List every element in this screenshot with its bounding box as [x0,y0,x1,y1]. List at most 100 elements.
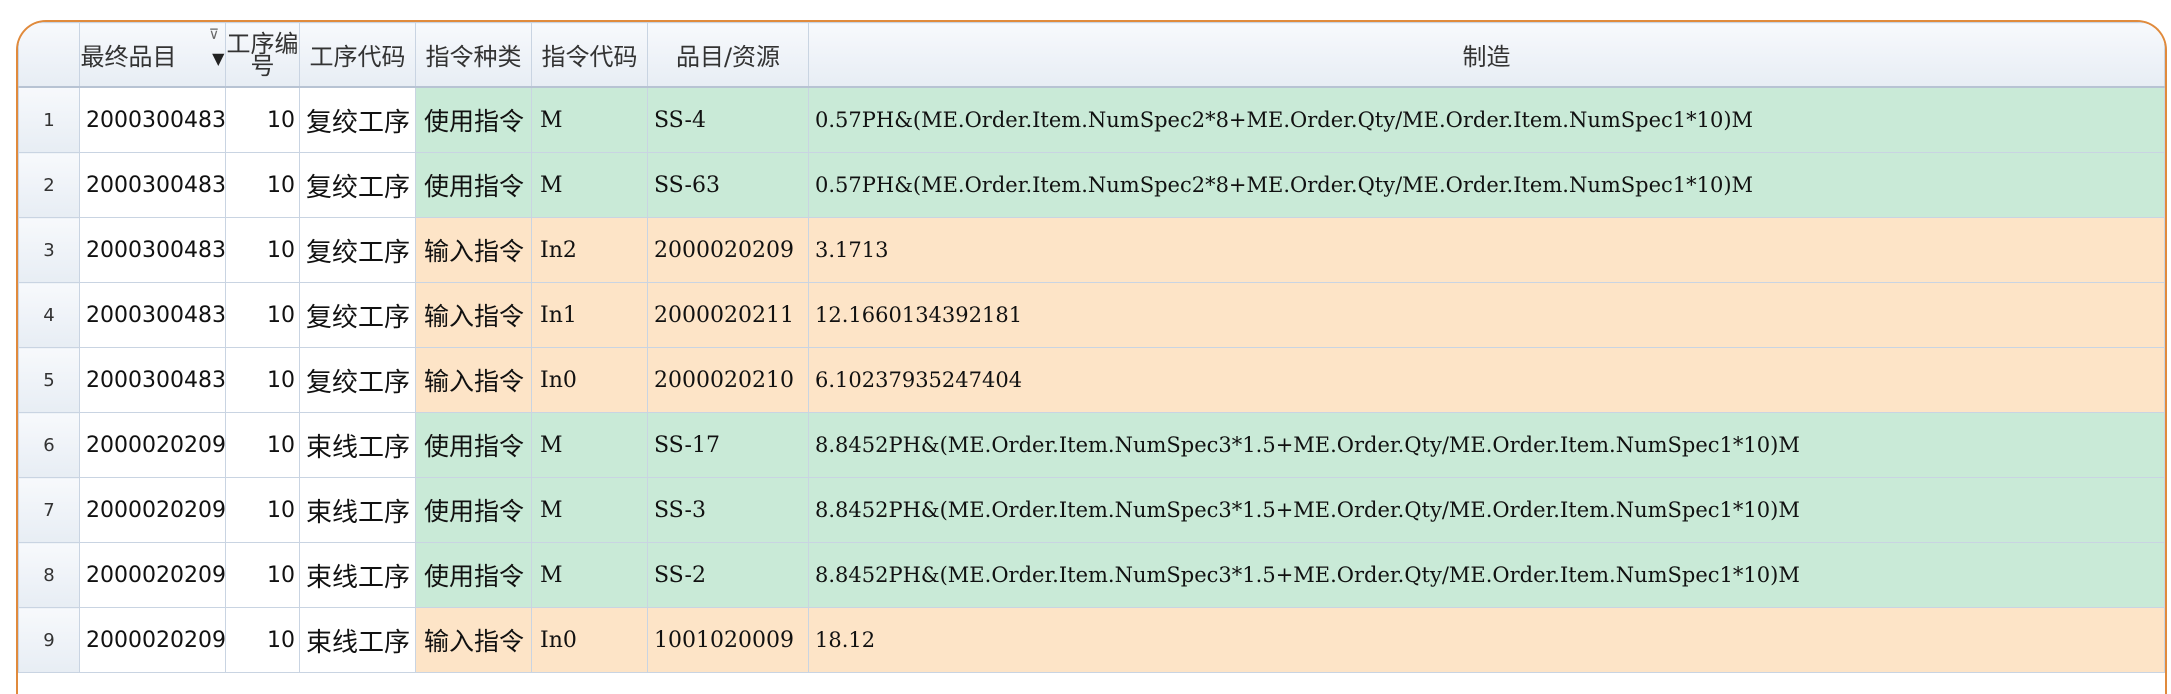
cell-instr-code[interactable]: M [531,152,648,218]
cell-instr-code[interactable]: M [531,412,648,478]
row-number-header[interactable] [18,22,80,88]
cell-op-code[interactable]: 束线工序 [299,412,416,478]
table-row[interactable]: 6 2000020209 10 束线工序 使用指令 M SS-17 8.8452… [18,412,2165,478]
column-header-label: 指令种类 [425,43,522,71]
cell-make[interactable]: 0.57PH&(ME.Order.Item.NumSpec2*8+ME.Orde… [808,152,2165,218]
row-number[interactable]: 1 [18,86,80,153]
row-number[interactable]: 3 [18,217,80,283]
cell-final-item[interactable]: 2000020209 [79,542,226,608]
cell-final-item[interactable]: 2000300483 [79,217,226,283]
cell-op-code[interactable]: 复绞工序 [299,282,416,348]
cell-instr-kind[interactable]: 使用指令 [415,86,532,153]
cell-instr-kind[interactable]: 使用指令 [415,152,532,218]
cell-final-item[interactable]: 2000020209 [79,412,226,478]
cell-make[interactable]: 3.1713 [808,217,2165,283]
cell-instr-code[interactable]: In1 [531,282,648,348]
cell-seq[interactable]: 10 [225,152,300,218]
column-header-label: 工序代码 [309,43,406,71]
filter-icon[interactable]: ⊽ [209,27,219,43]
cell-seq[interactable]: 10 [225,217,300,283]
cell-op-code[interactable]: 束线工序 [299,607,416,673]
cell-item-resource[interactable]: SS-3 [647,477,809,543]
cell-seq[interactable]: 10 [225,282,300,348]
table-row[interactable]: 5 2000300483 10 复绞工序 输入指令 In0 2000020210… [18,347,2165,413]
row-number[interactable]: 2 [18,152,80,218]
cell-instr-kind[interactable]: 使用指令 [415,542,532,608]
column-header-label: 号 [250,51,275,80]
cell-item-resource[interactable]: 2000020209 [647,217,809,283]
cell-instr-code[interactable]: M [531,86,648,153]
cell-seq[interactable]: 10 [225,412,300,478]
data-grid: 最终品目 ▼ ⊽ 工序编 号 工序代码 指令种类 指令代码 品目/资源 制造 1… [18,22,2165,673]
cell-final-item[interactable]: 2000300483 [79,86,226,153]
column-header-final-item[interactable]: 最终品目 ▼ ⊽ [79,22,226,88]
header-row: 最终品目 ▼ ⊽ 工序编 号 工序代码 指令种类 指令代码 品目/资源 制造 [18,22,2165,88]
table-row[interactable]: 2 2000300483 10 复绞工序 使用指令 M SS-63 0.57PH… [18,152,2165,218]
cell-item-resource[interactable]: SS-4 [647,86,809,153]
cell-item-resource[interactable]: 1001020009 [647,607,809,673]
column-header-op-code[interactable]: 工序代码 [299,22,416,88]
cell-op-code[interactable]: 复绞工序 [299,86,416,153]
cell-make[interactable]: 8.8452PH&(ME.Order.Item.NumSpec3*1.5+ME.… [808,477,2165,543]
cell-item-resource[interactable]: 2000020210 [647,347,809,413]
row-number[interactable]: 9 [18,607,80,673]
cell-op-code[interactable]: 复绞工序 [299,347,416,413]
row-number[interactable]: 5 [18,347,80,413]
cell-seq[interactable]: 10 [225,86,300,153]
cell-instr-kind[interactable]: 使用指令 [415,477,532,543]
cell-final-item[interactable]: 2000020209 [79,607,226,673]
cell-final-item[interactable]: 2000300483 [79,282,226,348]
cell-seq[interactable]: 10 [225,477,300,543]
cell-item-resource[interactable]: 2000020211 [647,282,809,348]
column-header-label: 指令代码 [541,43,638,71]
cell-make[interactable]: 8.8452PH&(ME.Order.Item.NumSpec3*1.5+ME.… [808,542,2165,608]
cell-final-item[interactable]: 2000300483 [79,152,226,218]
cell-item-resource[interactable]: SS-63 [647,152,809,218]
row-number[interactable]: 7 [18,477,80,543]
cell-instr-code[interactable]: M [531,542,648,608]
cell-item-resource[interactable]: SS-17 [647,412,809,478]
cell-make[interactable]: 0.57PH&(ME.Order.Item.NumSpec2*8+ME.Orde… [808,86,2165,153]
cell-seq[interactable]: 10 [225,347,300,413]
row-number[interactable]: 6 [18,412,80,478]
cell-instr-kind[interactable]: 输入指令 [415,347,532,413]
cell-op-code[interactable]: 复绞工序 [299,217,416,283]
column-header-make[interactable]: 制造 [808,22,2165,88]
cell-seq[interactable]: 10 [225,607,300,673]
cell-op-code[interactable]: 复绞工序 [299,152,416,218]
cell-instr-code[interactable]: In2 [531,217,648,283]
column-header-seq[interactable]: 工序编 号 [225,22,300,88]
row-number[interactable]: 4 [18,282,80,348]
cell-item-resource[interactable]: SS-2 [647,542,809,608]
column-header-label: 最终品目 [80,43,177,71]
cell-make[interactable]: 6.10237935247404 [808,347,2165,413]
table-row[interactable]: 3 2000300483 10 复绞工序 输入指令 In2 2000020209… [18,217,2165,283]
cell-make[interactable]: 12.1660134392181 [808,282,2165,348]
table-row[interactable]: 4 2000300483 10 复绞工序 输入指令 In1 2000020211… [18,282,2165,348]
table-row[interactable]: 8 2000020209 10 束线工序 使用指令 M SS-2 8.8452P… [18,542,2165,608]
cell-instr-kind[interactable]: 输入指令 [415,217,532,283]
cell-seq[interactable]: 10 [225,542,300,608]
cell-make[interactable]: 8.8452PH&(ME.Order.Item.NumSpec3*1.5+ME.… [808,412,2165,478]
sort-desc-caret-icon[interactable]: ▼ [212,49,224,68]
cell-final-item[interactable]: 2000020209 [79,477,226,543]
row-number[interactable]: 8 [18,542,80,608]
column-header-instr-kind[interactable]: 指令种类 [415,22,532,88]
cell-op-code[interactable]: 束线工序 [299,542,416,608]
table-row[interactable]: 9 2000020209 10 束线工序 输入指令 In0 1001020009… [18,607,2165,673]
cell-instr-code[interactable]: In0 [531,347,648,413]
column-header-label: 品目/资源 [675,43,781,71]
column-header-item-resource[interactable]: 品目/资源 [647,22,809,88]
cell-instr-kind[interactable]: 输入指令 [415,282,532,348]
cell-make[interactable]: 18.12 [808,607,2165,673]
cell-instr-code[interactable]: M [531,477,648,543]
cell-final-item[interactable]: 2000300483 [79,347,226,413]
cell-instr-kind[interactable]: 输入指令 [415,607,532,673]
table-row[interactable]: 1 2000300483 10 复绞工序 使用指令 M SS-4 0.57PH&… [18,86,2165,153]
cell-instr-kind[interactable]: 使用指令 [415,412,532,478]
table-row[interactable]: 7 2000020209 10 束线工序 使用指令 M SS-3 8.8452P… [18,477,2165,543]
cell-op-code[interactable]: 束线工序 [299,477,416,543]
column-header-instr-code[interactable]: 指令代码 [531,22,648,88]
grid-frame: 最终品目 ▼ ⊽ 工序编 号 工序代码 指令种类 指令代码 品目/资源 制造 1… [16,20,2167,694]
cell-instr-code[interactable]: In0 [531,607,648,673]
